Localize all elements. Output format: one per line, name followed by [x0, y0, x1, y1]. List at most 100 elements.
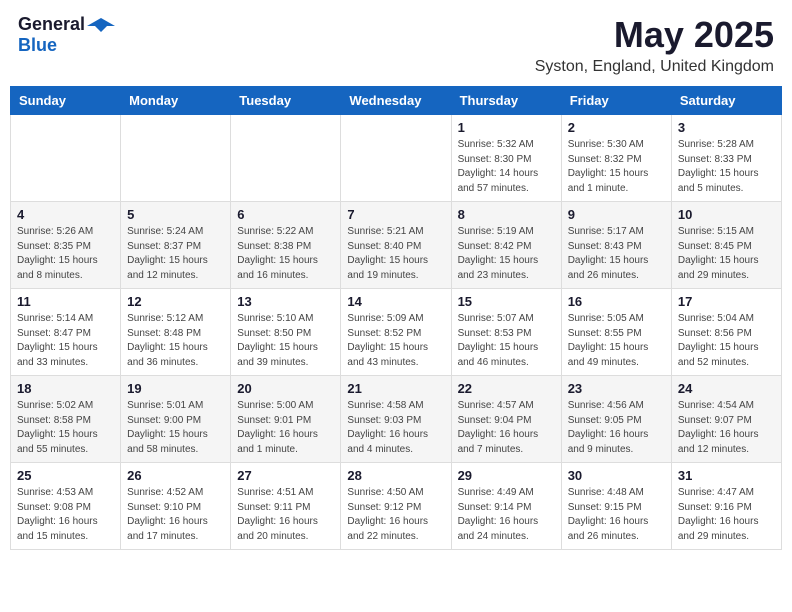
day-cell: [341, 115, 451, 202]
day-number: 26: [127, 468, 224, 483]
logo-bird-icon: [87, 16, 115, 34]
day-number: 4: [17, 207, 114, 222]
day-cell: 11Sunrise: 5:14 AM Sunset: 8:47 PM Dayli…: [11, 289, 121, 376]
day-number: 25: [17, 468, 114, 483]
day-cell: 10 Sunrise: 5:15 AM Sunset: 8:45 PM Dayli…: [671, 202, 781, 289]
day-cell: 31 Sunrise: 4:47 AM Sunset: 9:16 PM Dayli…: [671, 463, 781, 550]
day-cell: 3 Sunrise: 5:28 AM Sunset: 8:33 PM Daylig…: [671, 115, 781, 202]
day-info: Sunrise: 4:57 AM Sunset: 9:04 PM Dayligh…: [458, 399, 555, 457]
day-cell: 18 Sunrise: 5:02 AM Sunset: 8:58 PM Dayli…: [11, 376, 121, 463]
day-number: 30: [568, 468, 665, 483]
day-number: 7: [347, 207, 444, 222]
day-cell: 30 Sunrise: 4:48 AM Sunset: 9:15 PM Dayli…: [561, 463, 671, 550]
day-info: Sunrise: 5:02 AM Sunset: 8:58 PM Dayligh…: [17, 399, 114, 457]
day-number: 15: [458, 294, 555, 309]
day-cell: 5 Sunrise: 5:24 AM Sunset: 8:37 PM Daylig…: [121, 202, 231, 289]
day-cell: [231, 115, 341, 202]
day-number: 6: [237, 207, 334, 222]
week-row-5: 25 Sunrise: 4:53 AM Sunset: 9:08 PM Dayli…: [11, 463, 782, 550]
day-info: Sunrise: 5:21 AM Sunset: 8:40 PM Dayligh…: [347, 225, 444, 283]
day-cell: 14 Sunrise: 5:09 AM Sunset: 8:52 PM Dayli…: [341, 289, 451, 376]
day-cell: 23 Sunrise: 4:56 AM Sunset: 9:05 PM Dayli…: [561, 376, 671, 463]
day-info: Sunrise: 4:54 AM Sunset: 9:07 PM Dayligh…: [678, 399, 775, 457]
day-cell: 22 Sunrise: 4:57 AM Sunset: 9:04 PM Dayli…: [451, 376, 561, 463]
day-info: Sunrise: 5:09 AM Sunset: 8:52 PM Dayligh…: [347, 312, 444, 370]
logo-general-text: General: [18, 14, 85, 35]
day-number: 22: [458, 381, 555, 396]
day-number: 20: [237, 381, 334, 396]
day-cell: 28 Sunrise: 4:50 AM Sunset: 9:12 PM Dayli…: [341, 463, 451, 550]
day-number: 21: [347, 381, 444, 396]
day-cell: 2 Sunrise: 5:30 AM Sunset: 8:32 PM Daylig…: [561, 115, 671, 202]
day-info: Sunrise: 5:32 AM Sunset: 8:30 PM Dayligh…: [458, 138, 555, 196]
day-info: Sunrise: 4:51 AM Sunset: 9:11 PM Dayligh…: [237, 486, 334, 544]
day-cell: [121, 115, 231, 202]
day-cell: 19Sunrise: 5:01 AM Sunset: 9:00 PM Dayli…: [121, 376, 231, 463]
day-cell: 25 Sunrise: 4:53 AM Sunset: 9:08 PM Dayli…: [11, 463, 121, 550]
day-info: Sunrise: 5:24 AM Sunset: 8:37 PM Dayligh…: [127, 225, 224, 283]
day-cell: 6 Sunrise: 5:22 AM Sunset: 8:38 PM Daylig…: [231, 202, 341, 289]
day-info: Sunrise: 4:50 AM Sunset: 9:12 PM Dayligh…: [347, 486, 444, 544]
week-row-4: 18 Sunrise: 5:02 AM Sunset: 8:58 PM Dayli…: [11, 376, 782, 463]
day-info: Sunrise: 5:07 AM Sunset: 8:53 PM Dayligh…: [458, 312, 555, 370]
day-cell: 8 Sunrise: 5:19 AM Sunset: 8:42 PM Daylig…: [451, 202, 561, 289]
main-title: May 2025: [535, 14, 774, 56]
day-number: 3: [678, 120, 775, 135]
week-row-1: 1 Sunrise: 5:32 AM Sunset: 8:30 PM Daylig…: [11, 115, 782, 202]
day-cell: 20 Sunrise: 5:00 AM Sunset: 9:01 PM Dayli…: [231, 376, 341, 463]
day-info: Sunrise: 4:56 AM Sunset: 9:05 PM Dayligh…: [568, 399, 665, 457]
weekday-header-monday: Monday: [121, 87, 231, 115]
day-number: 28: [347, 468, 444, 483]
day-info: Sunrise: 4:49 AM Sunset: 9:14 PM Dayligh…: [458, 486, 555, 544]
day-number: 1: [458, 120, 555, 135]
day-info: Sunrise: 4:53 AM Sunset: 9:08 PM Dayligh…: [17, 486, 114, 544]
week-row-3: 11Sunrise: 5:14 AM Sunset: 8:47 PM Dayli…: [11, 289, 782, 376]
day-cell: 7 Sunrise: 5:21 AM Sunset: 8:40 PM Daylig…: [341, 202, 451, 289]
day-info: Sunrise: 5:00 AM Sunset: 9:01 PM Dayligh…: [237, 399, 334, 457]
day-cell: [11, 115, 121, 202]
day-cell: 9 Sunrise: 5:17 AM Sunset: 8:43 PM Daylig…: [561, 202, 671, 289]
day-number: 8: [458, 207, 555, 222]
day-number: 9: [568, 207, 665, 222]
logo-blue-text: Blue: [18, 35, 57, 56]
day-info: Sunrise: 5:28 AM Sunset: 8:33 PM Dayligh…: [678, 138, 775, 196]
weekday-header-wednesday: Wednesday: [341, 87, 451, 115]
day-number: 16: [568, 294, 665, 309]
day-cell: 1 Sunrise: 5:32 AM Sunset: 8:30 PM Daylig…: [451, 115, 561, 202]
day-number: 5: [127, 207, 224, 222]
day-number: 10: [678, 207, 775, 222]
day-info: Sunrise: 4:58 AM Sunset: 9:03 PM Dayligh…: [347, 399, 444, 457]
day-number: 12: [127, 294, 224, 309]
day-number: 2: [568, 120, 665, 135]
week-row-2: 4Sunrise: 5:26 AM Sunset: 8:35 PM Daylig…: [11, 202, 782, 289]
day-info: Sunrise: 5:15 AM Sunset: 8:45 PM Dayligh…: [678, 225, 775, 283]
day-number: 11: [17, 294, 114, 309]
day-info: Sunrise: 4:47 AM Sunset: 9:16 PM Dayligh…: [678, 486, 775, 544]
day-info: Sunrise: 5:19 AM Sunset: 8:42 PM Dayligh…: [458, 225, 555, 283]
day-info: Sunrise: 4:48 AM Sunset: 9:15 PM Dayligh…: [568, 486, 665, 544]
day-number: 18: [17, 381, 114, 396]
day-cell: 4Sunrise: 5:26 AM Sunset: 8:35 PM Daylig…: [11, 202, 121, 289]
day-info: Sunrise: 5:12 AM Sunset: 8:48 PM Dayligh…: [127, 312, 224, 370]
weekday-header-row: SundayMondayTuesdayWednesdayThursdayFrid…: [11, 87, 782, 115]
day-number: 24: [678, 381, 775, 396]
day-cell: 13Sunrise: 5:10 AM Sunset: 8:50 PM Dayli…: [231, 289, 341, 376]
day-number: 31: [678, 468, 775, 483]
day-cell: 15 Sunrise: 5:07 AM Sunset: 8:53 PM Dayli…: [451, 289, 561, 376]
weekday-header-friday: Friday: [561, 87, 671, 115]
day-cell: 17Sunrise: 5:04 AM Sunset: 8:56 PM Dayli…: [671, 289, 781, 376]
day-number: 23: [568, 381, 665, 396]
subtitle: Syston, England, United Kingdom: [535, 58, 774, 76]
header: General Blue May 2025 Syston, England, U…: [10, 10, 782, 80]
logo: General Blue: [18, 14, 115, 56]
day-cell: 29Sunrise: 4:49 AM Sunset: 9:14 PM Dayli…: [451, 463, 561, 550]
weekday-header-sunday: Sunday: [11, 87, 121, 115]
day-info: Sunrise: 5:04 AM Sunset: 8:56 PM Dayligh…: [678, 312, 775, 370]
day-info: Sunrise: 5:22 AM Sunset: 8:38 PM Dayligh…: [237, 225, 334, 283]
day-cell: 16Sunrise: 5:05 AM Sunset: 8:55 PM Dayli…: [561, 289, 671, 376]
day-info: Sunrise: 5:17 AM Sunset: 8:43 PM Dayligh…: [568, 225, 665, 283]
weekday-header-thursday: Thursday: [451, 87, 561, 115]
day-cell: 27Sunrise: 4:51 AM Sunset: 9:11 PM Dayli…: [231, 463, 341, 550]
day-info: Sunrise: 5:30 AM Sunset: 8:32 PM Dayligh…: [568, 138, 665, 196]
day-number: 14: [347, 294, 444, 309]
